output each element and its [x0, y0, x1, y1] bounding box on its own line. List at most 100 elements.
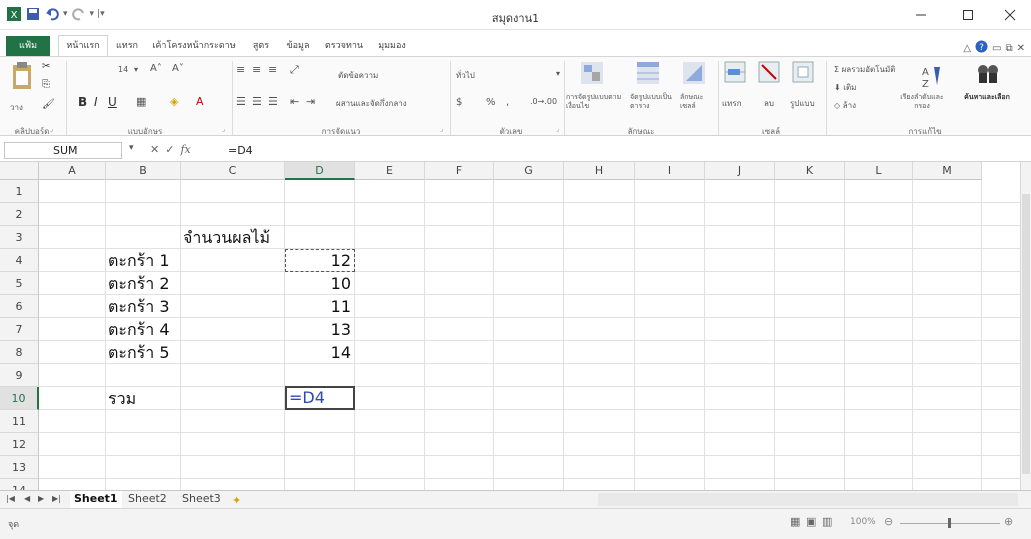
- name-box[interactable]: SUM: [4, 142, 122, 159]
- grow-font-icon[interactable]: A˄: [150, 63, 162, 74]
- font-launcher-icon[interactable]: ⌟: [222, 125, 225, 133]
- format-painter-icon[interactable]: 🖌: [42, 99, 55, 110]
- font-size-dropdown-icon[interactable]: ▾: [134, 65, 138, 74]
- close-workbook-icon[interactable]: ✕: [1017, 43, 1025, 54]
- zoom-out-icon[interactable]: ⊖: [884, 515, 893, 528]
- row-header-3[interactable]: 3: [0, 226, 39, 249]
- row-header-2[interactable]: 2: [0, 203, 39, 226]
- column-header-b[interactable]: B: [106, 162, 181, 180]
- number-format-dropdown[interactable]: ทั่วไป: [456, 69, 475, 82]
- number-launcher-icon[interactable]: ⌟: [556, 125, 559, 133]
- column-header-c[interactable]: C: [181, 162, 285, 180]
- row-header-10[interactable]: 10: [0, 387, 39, 410]
- worksheet-grid[interactable]: ABCDEFGHIJKLM 1234567891011121314 จำนวนผ…: [0, 162, 1020, 490]
- collapse-ribbon-icon[interactable]: △: [963, 43, 971, 54]
- tab-file[interactable]: แฟ้ม: [6, 36, 50, 56]
- cell-styles-label[interactable]: ลักษณะเซลล์: [680, 93, 714, 111]
- column-header-h[interactable]: H: [564, 162, 635, 180]
- close-button[interactable]: [992, 4, 1028, 26]
- insert-cells-icon[interactable]: [724, 61, 746, 86]
- minimize-workbook-icon[interactable]: ▭: [992, 43, 1001, 54]
- find-select-label[interactable]: ค้นหาและเลือก: [964, 93, 1010, 102]
- fill-button[interactable]: ⬇ เติม: [834, 81, 856, 94]
- cut-icon[interactable]: ✂: [42, 61, 50, 72]
- select-all-corner[interactable]: [0, 162, 39, 180]
- column-header-l[interactable]: L: [845, 162, 913, 180]
- paste-label[interactable]: วาง: [10, 101, 23, 114]
- bold-icon[interactable]: B: [78, 95, 87, 109]
- cell-b5[interactable]: ตะกร้า 2: [108, 272, 308, 295]
- cell-b6[interactable]: ตะกร้า 3: [108, 295, 308, 318]
- zoom-slider-thumb[interactable]: [948, 518, 951, 528]
- format-as-table-label[interactable]: จัดรูปแบบเป็นตาราง: [630, 93, 678, 111]
- merge-center-button[interactable]: ผสานและจัดกึ่งกลาง: [336, 97, 407, 110]
- sort-filter-label[interactable]: เรียงลำดับและกรอง: [900, 93, 944, 111]
- sheet-tab-sheet1[interactable]: Sheet1: [70, 491, 122, 508]
- sheet-tab-sheet2[interactable]: Sheet2: [124, 491, 171, 508]
- copy-icon[interactable]: ⎘: [42, 79, 50, 90]
- cell-b8[interactable]: ตะกร้า 5: [108, 341, 308, 364]
- prev-sheet-icon[interactable]: ◀: [24, 494, 30, 503]
- cell-styles-icon[interactable]: [682, 61, 706, 88]
- cell-d5[interactable]: 10: [287, 272, 355, 295]
- page-layout-view-icon[interactable]: ▣: [806, 515, 816, 528]
- cell-d7[interactable]: 13: [287, 318, 355, 341]
- column-header-j[interactable]: J: [705, 162, 775, 180]
- cell-b7[interactable]: ตะกร้า 4: [108, 318, 308, 341]
- help-icon[interactable]: ?: [975, 40, 988, 56]
- clipboard-launcher-icon[interactable]: ⌟: [50, 125, 53, 133]
- orientation-icon[interactable]: ⤢: [290, 63, 299, 77]
- tab-review[interactable]: ตรวจทาน: [318, 36, 370, 56]
- zoom-level[interactable]: 100%: [850, 517, 876, 527]
- paste-icon[interactable]: [10, 61, 34, 94]
- row-header-14[interactable]: 14: [0, 479, 39, 490]
- increase-indent-icon[interactable]: ⇥: [306, 95, 315, 108]
- row-header-6[interactable]: 6: [0, 295, 39, 318]
- accounting-format-icon[interactable]: $: [456, 97, 462, 108]
- row-header-1[interactable]: 1: [0, 180, 39, 203]
- alignment-launcher-icon[interactable]: ⌟: [440, 125, 443, 133]
- vertical-scrollbar[interactable]: [1020, 162, 1031, 490]
- align-center-icon[interactable]: ☰: [252, 95, 262, 108]
- row-header-13[interactable]: 13: [0, 456, 39, 479]
- row-header-11[interactable]: 11: [0, 410, 39, 433]
- number-format-arrow-icon[interactable]: ▾: [556, 69, 560, 78]
- row-header-12[interactable]: 12: [0, 433, 39, 456]
- align-right-icon[interactable]: ☰: [268, 95, 278, 108]
- page-break-view-icon[interactable]: ▥: [822, 515, 832, 528]
- clear-button[interactable]: ◇ ล้าง: [834, 99, 856, 112]
- delete-cells-icon[interactable]: [758, 61, 780, 86]
- column-header-g[interactable]: G: [494, 162, 564, 180]
- column-header-f[interactable]: F: [425, 162, 494, 180]
- percent-icon[interactable]: %: [486, 97, 496, 108]
- formula-input[interactable]: =D4: [228, 143, 1018, 159]
- conditional-formatting-icon[interactable]: [580, 61, 604, 88]
- increase-decimal-icon[interactable]: .0→.00: [530, 97, 557, 106]
- minimize-button[interactable]: [903, 4, 939, 26]
- font-color-icon[interactable]: A: [196, 95, 204, 108]
- next-sheet-icon[interactable]: ▶: [38, 494, 44, 503]
- last-sheet-icon[interactable]: ▶|: [52, 494, 61, 503]
- normal-view-icon[interactable]: ▦: [790, 515, 800, 528]
- cell-b4[interactable]: ตะกร้า 1: [108, 249, 308, 272]
- first-sheet-icon[interactable]: |◀: [6, 494, 15, 503]
- column-header-a[interactable]: A: [39, 162, 106, 180]
- comma-style-icon[interactable]: ,: [506, 97, 509, 108]
- maximize-button[interactable]: [950, 4, 986, 26]
- decrease-indent-icon[interactable]: ⇤: [290, 95, 299, 108]
- delete-cells-label[interactable]: ลบ: [764, 97, 774, 110]
- autosum-button[interactable]: Σ ผลรวมอัตโนมัติ: [834, 63, 895, 76]
- tab-home[interactable]: หน้าแรก: [58, 35, 108, 57]
- fill-color-icon[interactable]: ◈: [170, 95, 178, 108]
- italic-icon[interactable]: I: [94, 95, 98, 109]
- tab-data[interactable]: ข้อมูล: [280, 36, 316, 56]
- zoom-in-icon[interactable]: ⊕: [1004, 515, 1013, 528]
- shrink-font-icon[interactable]: A˅: [172, 63, 184, 74]
- cell-c3[interactable]: จำนวนผลไม้: [183, 226, 383, 249]
- align-middle-icon[interactable]: ≡: [252, 63, 261, 76]
- format-as-table-icon[interactable]: [636, 61, 660, 88]
- row-header-9[interactable]: 9: [0, 364, 39, 387]
- insert-function-icon[interactable]: fx: [180, 143, 190, 156]
- name-box-dropdown-icon[interactable]: ▾: [129, 143, 134, 153]
- format-cells-icon[interactable]: [792, 61, 814, 86]
